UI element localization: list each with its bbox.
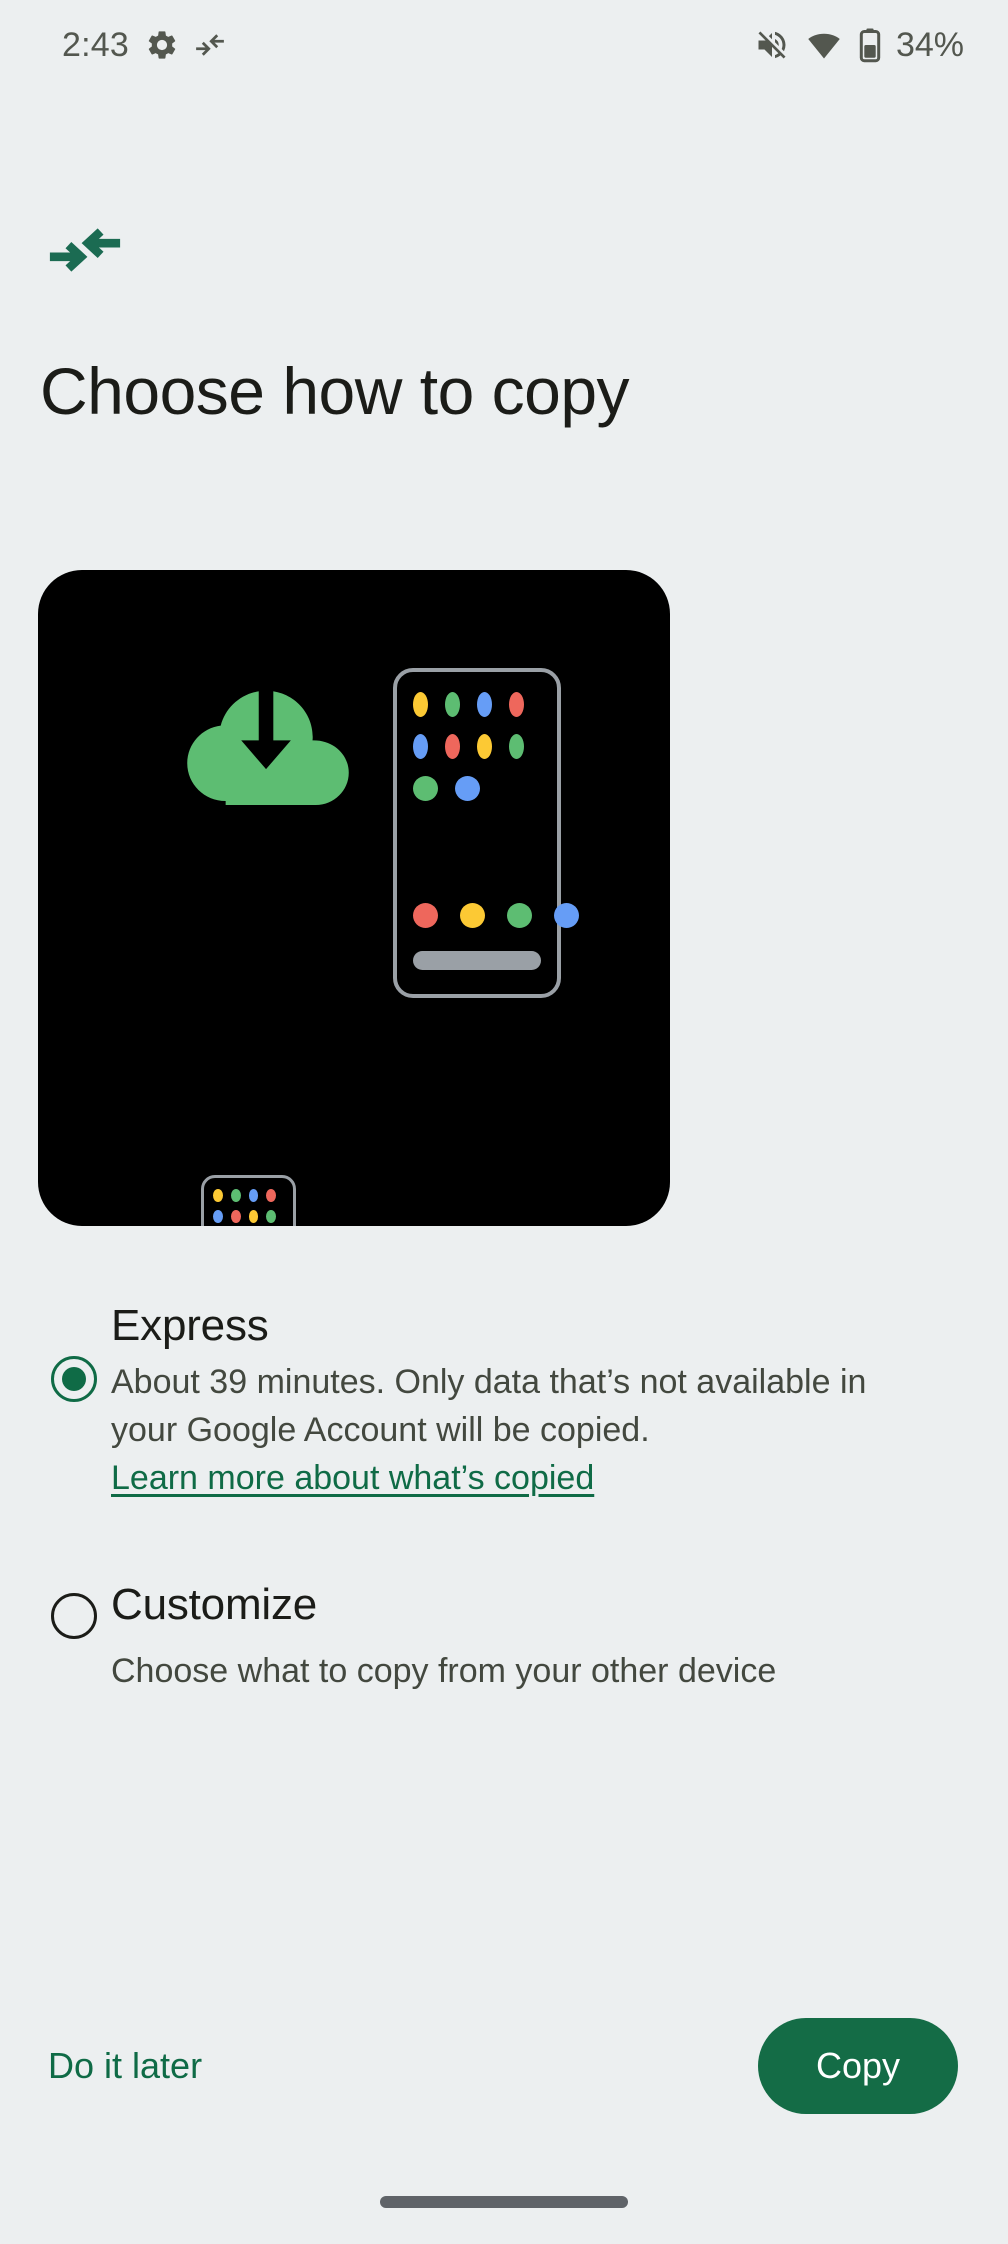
app-grid (413, 692, 541, 818)
app-dot (248, 1210, 259, 1223)
app-dot (230, 1210, 241, 1223)
dock-dot (460, 903, 485, 928)
app-dot (213, 1189, 223, 1202)
status-bar-left: 2:43 (62, 26, 225, 65)
system-home-indicator[interactable] (380, 2196, 628, 2208)
status-clock: 2:43 (62, 25, 129, 64)
copy-button[interactable]: Copy (757, 2018, 958, 2114)
option-express-description: About 39 minutes. Only data that’s not a… (111, 1362, 867, 1450)
transfer-arrows-icon (195, 30, 225, 60)
app-dot (445, 734, 460, 759)
app-dot (445, 692, 460, 717)
do-it-later-button[interactable]: Do it later (40, 2029, 210, 2103)
option-customize[interactable]: Customize Choose what to copy from your … (0, 1579, 1008, 1695)
battery-percent-label: 34% (895, 25, 964, 64)
app-grid-row (213, 1189, 284, 1202)
radio-column (40, 1592, 108, 1639)
cloud-download-icon (178, 675, 358, 805)
app-dot (248, 1189, 259, 1202)
app-grid-row (413, 692, 541, 717)
footer-action-bar: Do it later Copy (0, 2018, 1008, 2114)
app-dock (413, 903, 601, 928)
radio-column (40, 1356, 108, 1402)
app-grid-row (213, 1210, 284, 1223)
dock-dot (554, 903, 579, 928)
source-phone-illustration (201, 1175, 296, 1226)
app-dot (413, 734, 428, 759)
phone-home-bar (413, 951, 541, 970)
target-phone-illustration (393, 668, 579, 998)
app-dot (477, 734, 492, 759)
status-bar-right: 34% (754, 26, 964, 65)
option-body: Express About 39 minutes. Only data that… (108, 1300, 968, 1503)
illustration-card (38, 570, 670, 1226)
wifi-icon (806, 27, 842, 63)
option-body: Customize Choose what to copy from your … (108, 1579, 968, 1695)
battery-icon (858, 27, 882, 63)
dock-dot (413, 903, 438, 928)
option-express[interactable]: Express About 39 minutes. Only data that… (0, 1300, 1008, 1503)
volume-mute-icon (754, 27, 790, 63)
app-dot (413, 692, 428, 717)
phone-screen: 2:43 34% Choose how to copy Express Abou… (0, 0, 1008, 2244)
app-grid-row (413, 734, 541, 759)
app-dot (266, 1189, 276, 1202)
transfer-arrows-icon[interactable] (40, 205, 130, 295)
app-dot (509, 734, 524, 759)
option-express-title: Express (111, 1301, 269, 1350)
dock-dot (507, 903, 532, 928)
app-dot (413, 776, 438, 801)
learn-more-link[interactable]: Learn more about what’s copied (111, 1454, 594, 1502)
status-bar: 2:43 34% (0, 0, 1008, 90)
app-dot (509, 692, 524, 717)
option-customize-description: Choose what to copy from your other devi… (111, 1651, 777, 1690)
app-dot (230, 1189, 241, 1202)
radio-customize[interactable] (51, 1592, 97, 1639)
app-grid-row (413, 776, 541, 801)
page-title: Choose how to copy (40, 354, 630, 428)
app-dot (455, 776, 480, 801)
gear-icon (145, 28, 179, 62)
app-grid (213, 1189, 284, 1226)
app-dot (213, 1210, 223, 1223)
radio-express[interactable] (51, 1356, 97, 1402)
app-dot (266, 1210, 276, 1223)
app-dot (477, 692, 492, 717)
copy-mode-options: Express About 39 minutes. Only data that… (0, 1300, 1008, 1695)
option-customize-title: Customize (111, 1579, 318, 1629)
